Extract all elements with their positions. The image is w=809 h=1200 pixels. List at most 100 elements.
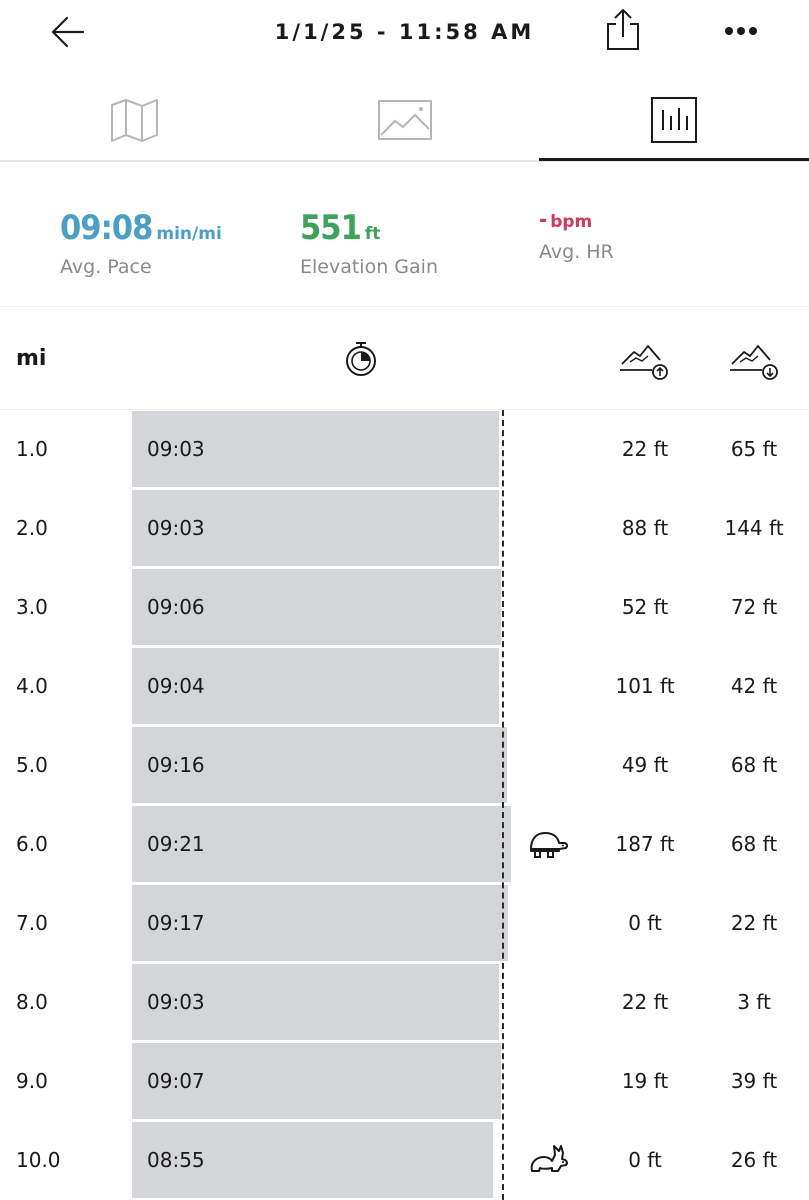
split-pace: 09:07: [147, 1069, 205, 1093]
pace-bar: 09:06: [132, 569, 501, 645]
unit-header: mi: [16, 346, 47, 371]
share-icon: [607, 9, 639, 50]
split-pace: 09:04: [147, 674, 205, 698]
summary-stats: 09:08 min/mi Avg. Pace 551 ft Elevation Ga…: [0, 162, 809, 307]
slowest-split-badge: [528, 827, 570, 865]
avg-hr-label: Avg. HR: [539, 241, 614, 263]
stopwatch-icon: [346, 342, 376, 376]
more-button[interactable]: [718, 14, 764, 48]
pace-bar: 09:03: [132, 964, 499, 1040]
avg-pace-label: Avg. Pace: [60, 256, 152, 278]
split-pace: 09:16: [147, 753, 205, 777]
pace-column-header: [342, 340, 380, 382]
pace-bar: 09:17: [132, 885, 508, 961]
split-elev-loss: 68 ft: [730, 753, 778, 777]
elevation-gain-value: 551: [300, 208, 362, 248]
split-mile: 5.0: [16, 753, 48, 777]
rabbit-icon: [530, 1145, 568, 1172]
split-row[interactable]: 9.0 09:07 19 ft 39 ft: [0, 1042, 809, 1121]
split-elev-loss: 3 ft: [737, 990, 771, 1014]
split-row[interactable]: 1.0 09:03 22 ft 65 ft: [0, 410, 809, 489]
split-elev-gain: 0 ft: [628, 911, 662, 935]
split-mile: 9.0: [16, 1069, 48, 1093]
split-elev-loss: 39 ft: [730, 1069, 778, 1093]
turtle-icon: [530, 832, 569, 858]
split-mile: 7.0: [16, 911, 48, 935]
tab-stats[interactable]: [539, 80, 809, 160]
split-elev-loss: 72 ft: [730, 595, 778, 619]
elevation-gain-icon: [620, 345, 668, 380]
split-row[interactable]: 5.0 09:16 49 ft 68 ft: [0, 726, 809, 805]
pace-bar: 09:21: [132, 806, 511, 882]
split-elev-gain: 22 ft: [621, 990, 669, 1014]
split-mile: 3.0: [16, 595, 48, 619]
page-title: 1/1/25 - 11:58 AM: [274, 20, 535, 44]
pace-bar: 09:07: [132, 1043, 501, 1119]
split-pace: 09:17: [147, 911, 205, 935]
split-mile: 1.0: [16, 437, 48, 461]
image-icon: [378, 100, 432, 140]
split-row[interactable]: 10.0 08:55 0 ft 26 ft: [0, 1121, 809, 1200]
bar-chart-icon: [651, 97, 697, 143]
tab-map[interactable]: [0, 80, 270, 160]
split-elev-gain: 22 ft: [621, 437, 669, 461]
split-elev-gain: 49 ft: [621, 753, 669, 777]
avg-pace-stat: 09:08 min/mi Avg. Pace: [60, 208, 222, 278]
split-row[interactable]: 8.0 09:03 22 ft 3 ft: [0, 963, 809, 1042]
split-elev-gain: 19 ft: [621, 1069, 669, 1093]
avg-pace-unit: min/mi: [156, 224, 222, 244]
elevation-gain-stat: 551 ft Elevation Gain: [300, 208, 438, 278]
elevation-gain-label: Elevation Gain: [300, 256, 438, 278]
split-elev-loss: 26 ft: [730, 1148, 778, 1172]
split-pace: 09:03: [147, 516, 205, 540]
split-elev-loss: 65 ft: [730, 437, 778, 461]
split-pace: 09:06: [147, 595, 205, 619]
split-mile: 4.0: [16, 674, 48, 698]
split-pace: 09:21: [147, 832, 205, 856]
pace-bar: 08:55: [132, 1122, 493, 1198]
pace-bar: 09:03: [132, 490, 499, 566]
elevation-gain-column-header: [618, 342, 670, 386]
split-elev-loss: 42 ft: [730, 674, 778, 698]
split-elev-loss: 68 ft: [730, 832, 778, 856]
split-row[interactable]: 6.0 09:21 187 ft 68 ft: [0, 805, 809, 884]
split-row[interactable]: 2.0 09:03 88 ft 144 ft: [0, 489, 809, 568]
elevation-loss-icon: [730, 345, 778, 380]
avg-hr-value: -: [539, 208, 547, 233]
share-button[interactable]: [602, 6, 644, 54]
split-pace: 08:55: [147, 1148, 205, 1172]
view-tabs: [0, 80, 809, 162]
split-elev-loss: 22 ft: [730, 911, 778, 935]
splits-list: 1.0 09:03 22 ft 65 ft 2.0 09:03 88 ft 14…: [0, 410, 809, 1200]
more-icon: [725, 27, 757, 35]
split-elev-gain: 187 ft: [615, 832, 675, 856]
pace-bar: 09:04: [132, 648, 499, 724]
elevation-loss-column-header: [728, 342, 780, 386]
map-icon: [111, 99, 158, 142]
split-pace: 09:03: [147, 437, 205, 461]
average-pace-line: [502, 410, 504, 1200]
split-row[interactable]: 3.0 09:06 52 ft 72 ft: [0, 568, 809, 647]
split-row[interactable]: 7.0 09:17 0 ft 22 ft: [0, 884, 809, 963]
split-elev-gain: 0 ft: [628, 1148, 662, 1172]
split-mile: 10.0: [16, 1148, 61, 1172]
split-mile: 2.0: [16, 516, 48, 540]
splits-header: mi: [0, 308, 809, 410]
top-bar: 1/1/25 - 11:58 AM: [0, 0, 809, 70]
avg-pace-value: 09:08: [60, 208, 153, 248]
avg-hr-unit: bpm: [550, 212, 593, 232]
elevation-gain-unit: ft: [364, 224, 381, 244]
split-elev-gain: 52 ft: [621, 595, 669, 619]
avg-hr-stat: - bpm Avg. HR: [539, 208, 614, 263]
pace-bar: 09:03: [132, 411, 499, 487]
split-row[interactable]: 4.0 09:04 101 ft 42 ft: [0, 647, 809, 726]
fastest-split-badge: [528, 1143, 570, 1181]
split-mile: 8.0: [16, 990, 48, 1014]
pace-bar: 09:16: [132, 727, 507, 803]
tab-photos[interactable]: [270, 80, 540, 160]
split-mile: 6.0: [16, 832, 48, 856]
split-pace: 09:03: [147, 990, 205, 1014]
split-elev-gain: 101 ft: [615, 674, 675, 698]
split-elev-loss: 144 ft: [724, 516, 784, 540]
active-tab-indicator: [539, 158, 809, 161]
